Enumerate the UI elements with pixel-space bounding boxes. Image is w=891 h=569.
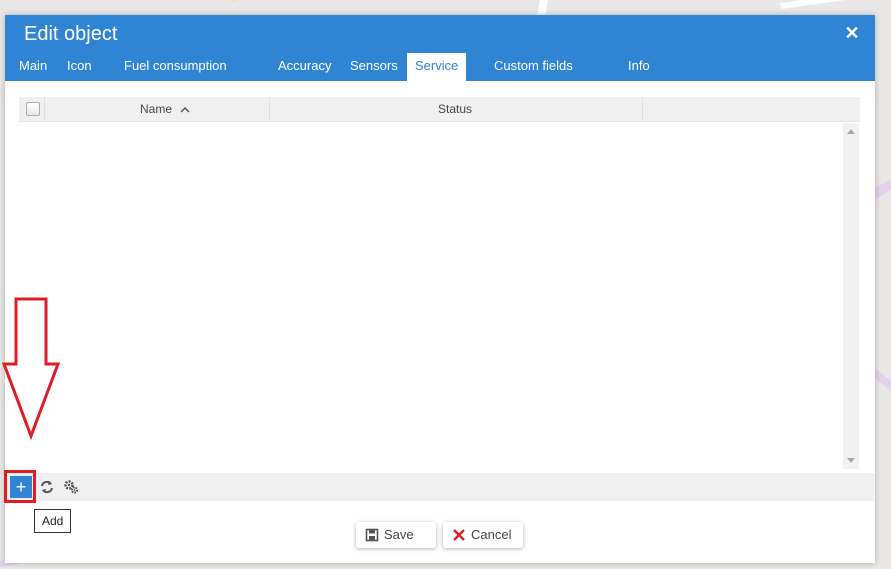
- grid-toolbar: +: [4, 470, 875, 503]
- select-all-checkbox[interactable]: [26, 102, 40, 116]
- vertical-scrollbar[interactable]: [843, 123, 859, 469]
- plus-icon: +: [15, 477, 27, 497]
- down-arrow-annotation-icon: [1, 297, 61, 441]
- column-divider: [269, 97, 270, 121]
- cancel-button-label: Cancel: [471, 527, 512, 542]
- map-road: [230, 0, 270, 3]
- refresh-icon[interactable]: [39, 479, 55, 495]
- cancel-button[interactable]: Cancel: [443, 522, 523, 548]
- scroll-down-icon[interactable]: [847, 458, 855, 463]
- settings-icon[interactable]: [63, 479, 79, 495]
- close-icon: ✕: [844, 23, 860, 43]
- edit-object-dialog: Edit object ✕ Main Icon Fuel consumption…: [4, 15, 875, 563]
- column-divider: [44, 97, 45, 121]
- save-button[interactable]: Save: [356, 522, 436, 548]
- save-button-label: Save: [384, 527, 414, 542]
- add-button[interactable]: +: [10, 476, 32, 498]
- column-divider: [642, 97, 643, 121]
- grid-header: Name Status: [19, 97, 860, 122]
- tab-service[interactable]: Service: [407, 53, 466, 81]
- tab-icon[interactable]: Icon: [59, 53, 100, 81]
- column-label-name: Name: [140, 102, 173, 116]
- sort-ascending-icon: [180, 106, 190, 113]
- map-road: [780, 0, 891, 10]
- dialog-titlebar: Edit object ✕ Main Icon Fuel consumption…: [5, 15, 875, 81]
- tab-custom-fields[interactable]: Custom fields: [486, 53, 581, 81]
- column-header-name[interactable]: Name: [140, 97, 190, 121]
- tab-accuracy[interactable]: Accuracy: [270, 53, 339, 81]
- tab-sensors[interactable]: Sensors: [342, 53, 406, 81]
- tab-main[interactable]: Main: [11, 53, 55, 81]
- close-button[interactable]: ✕: [843, 24, 861, 42]
- cancel-icon: [453, 529, 465, 541]
- tab-info[interactable]: Info: [620, 53, 658, 81]
- dialog-title: Edit object: [24, 23, 118, 45]
- tab-fuel-consumption[interactable]: Fuel consumption: [116, 53, 235, 81]
- save-icon: [365, 528, 379, 542]
- add-tooltip: Add: [34, 509, 72, 533]
- column-header-status[interactable]: Status: [438, 97, 472, 121]
- scroll-up-icon[interactable]: [847, 129, 855, 134]
- service-grid-body: [19, 122, 860, 469]
